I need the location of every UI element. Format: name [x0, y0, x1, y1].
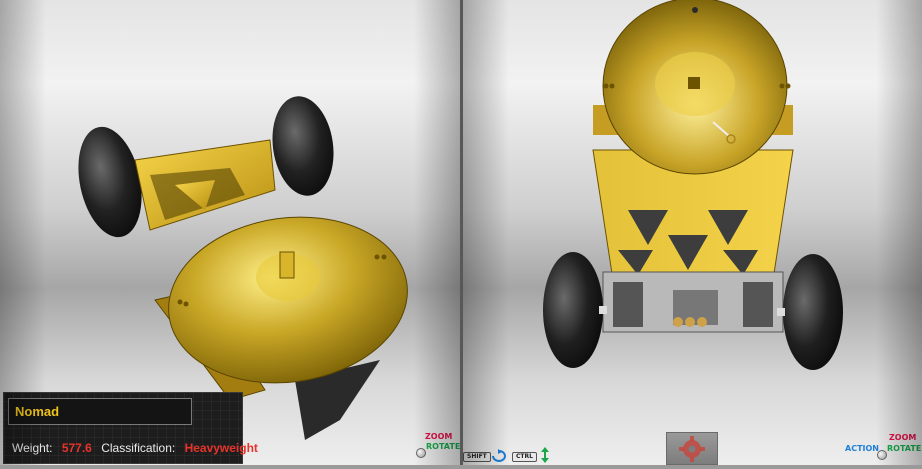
robot-info-panel: Nomad Weight: 577.6 Classification: Heav… [3, 392, 258, 464]
action-hint: ACTION [845, 444, 879, 453]
left-camera-knob[interactable] [416, 448, 426, 458]
weight-label: Weight: [12, 441, 53, 455]
robot-model-top-view [543, 0, 843, 370]
robot-name: Nomad [15, 404, 60, 419]
robot-stats: Weight: 577.6 Classification: Heavyweigh… [12, 441, 258, 455]
left-zoom-hint: ZOOM [425, 432, 453, 441]
right-camera-knob[interactable] [877, 450, 887, 460]
classification-label: Classification: [101, 441, 176, 455]
right-3d-viewport[interactable]: SHIFT CTRL ZOOM ACTION ROTATE [463, 0, 922, 465]
robot-name-field: Nomad [8, 398, 192, 425]
toolbar-widget[interactable] [666, 432, 718, 465]
right-rotate-hint: ROTATE [887, 444, 922, 453]
left-3d-viewport[interactable]: Nomad Weight: 577.6 Classification: Heav… [0, 0, 460, 465]
gear-icon [679, 436, 705, 462]
rotate-arrow-icon [492, 449, 506, 462]
left-rotate-hint: ROTATE [426, 442, 460, 451]
ctrl-key-hint: CTRL [512, 452, 537, 462]
classification-value: Heavyweight [184, 441, 258, 455]
shift-key-hint: SHIFT [463, 452, 491, 462]
vertical-arrows-icon [541, 447, 549, 463]
right-zoom-hint: ZOOM [889, 433, 917, 442]
weight-value: 577.6 [61, 441, 92, 455]
